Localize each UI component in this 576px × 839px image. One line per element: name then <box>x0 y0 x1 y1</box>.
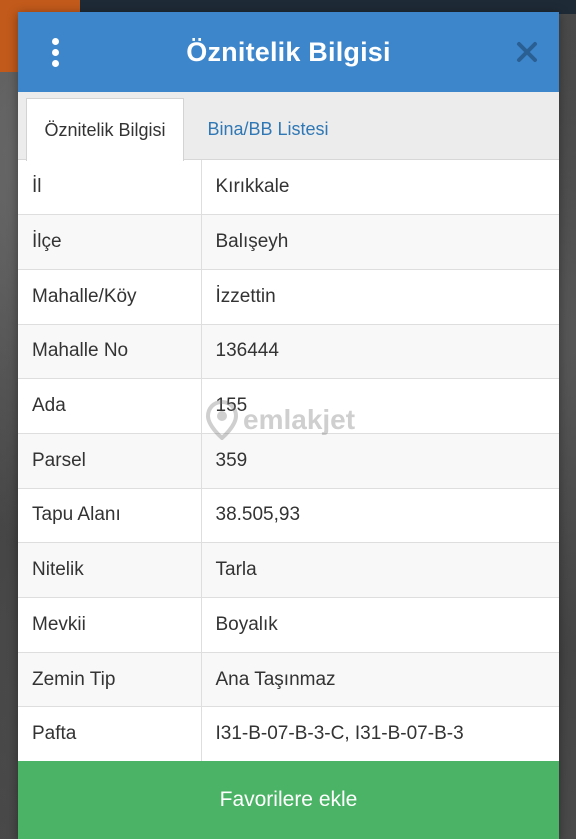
attribute-key: Mevkii <box>18 597 202 653</box>
attribute-key: Zemin Tip <box>18 652 202 708</box>
attribute-value: Tarla <box>201 542 559 598</box>
attribute-key: Nitelik <box>18 542 202 598</box>
attribute-key: Mahalle/Köy <box>18 269 202 325</box>
table-row: Pafta I31-B-07-B-3-C, I31-B-07-B-3 <box>18 706 559 763</box>
attribute-value: 155 <box>201 378 559 434</box>
attribute-key: Mahalle No <box>18 324 202 380</box>
add-favorite-button[interactable]: Favorilere ekle <box>18 761 559 839</box>
tab-building-list[interactable]: Bina/BB Listesi <box>188 98 348 160</box>
table-row: Mevkii Boyalık <box>18 597 559 653</box>
table-row: Zemin Tip Ana Taşınmaz <box>18 652 559 708</box>
attribute-key: Ada <box>18 378 202 434</box>
close-icon[interactable] <box>515 40 539 64</box>
attribute-value: Ana Taşınmaz <box>201 652 559 708</box>
table-row: Mahalle/Köy İzzettin <box>18 269 559 325</box>
attribute-value: I31-B-07-B-3-C, I31-B-07-B-3 <box>201 706 559 763</box>
dialog-header: Öznitelik Bilgisi <box>18 12 559 92</box>
more-vertical-icon[interactable] <box>46 38 66 68</box>
attribute-value: Boyalık <box>201 597 559 653</box>
table-row: Tapu Alanı 38.505,93 <box>18 488 559 544</box>
dialog-title: Öznitelik Bilgisi <box>186 36 391 67</box>
attribute-value: 38.505,93 <box>201 488 559 544</box>
attribute-key: Pafta <box>18 706 202 763</box>
tab-bar: Öznitelik Bilgisi Bina/BB Listesi <box>18 92 559 161</box>
table-row: İl Kırıkkale <box>18 160 559 216</box>
attribute-value: 359 <box>201 433 559 489</box>
attribute-key: Tapu Alanı <box>18 488 202 544</box>
attribute-dialog: Öznitelik Bilgisi Öznitelik Bilgisi Bina… <box>18 12 559 839</box>
attribute-table: İl Kırıkkale İlçe Balışeyh Mahalle/Köy İzzett… <box>18 160 559 763</box>
attribute-value: 136444 <box>201 324 559 380</box>
table-row: Mahalle No 136444 <box>18 324 559 380</box>
tab-attribute-info[interactable]: Öznitelik Bilgisi <box>26 98 184 161</box>
attribute-value: İzzettin <box>201 269 559 325</box>
attribute-key: İlçe <box>18 214 202 270</box>
attribute-key: İl <box>18 160 202 216</box>
table-row: Parsel 359 <box>18 433 559 489</box>
attribute-value: Kırıkkale <box>201 160 559 216</box>
attribute-key: Parsel <box>18 433 202 489</box>
table-row: İlçe Balışeyh <box>18 214 559 270</box>
table-row: Nitelik Tarla <box>18 542 559 598</box>
attribute-value: Balışeyh <box>201 214 559 270</box>
table-row: Ada 155 <box>18 378 559 434</box>
